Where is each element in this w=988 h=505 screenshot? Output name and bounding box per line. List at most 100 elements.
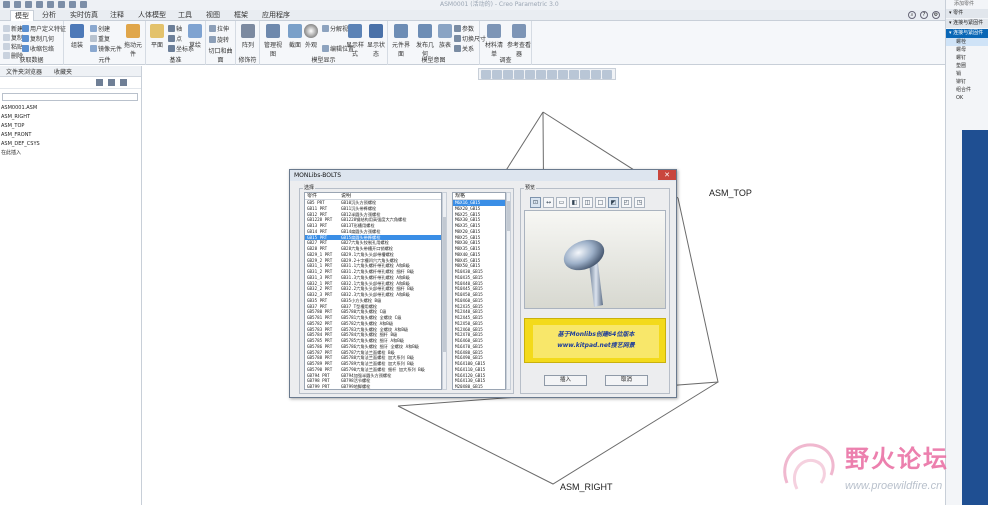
section-parts[interactable]: ▾ 零件 — [946, 9, 988, 18]
show-style-button[interactable]: 显示样式 — [344, 24, 366, 58]
search-icon[interactable]: ⌕ — [908, 11, 916, 19]
list-item-rivet[interactable]: 铆钉 — [946, 78, 988, 86]
shrinkwrap-button[interactable]: 收缩包络 — [22, 44, 54, 53]
hidden-line-icon[interactable]: ◫ — [582, 197, 593, 208]
settings-icon[interactable]: ⚙ — [932, 11, 940, 19]
datum-label-right[interactable]: ASM_RIGHT — [560, 482, 613, 492]
regenerate-icon[interactable] — [58, 1, 65, 8]
refit-icon[interactable] — [481, 70, 491, 79]
help-icon[interactable]: ? — [920, 11, 928, 19]
tab-manikin[interactable]: 人体模型 — [134, 10, 170, 21]
insert-button[interactable]: 插入 — [544, 375, 587, 386]
new-file-icon[interactable] — [3, 1, 10, 8]
paste-button[interactable]: 粘贴 — [3, 42, 23, 51]
section-fasteners-1[interactable]: ▾ 连接与紧固件 — [946, 19, 988, 28]
tab-favorites[interactable]: 收藏夹 — [54, 67, 72, 76]
datum-label-top[interactable]: ASM_TOP — [709, 188, 752, 198]
tree-item[interactable]: ASM_TOP — [0, 122, 40, 131]
standard-list[interactable]: 零件 说明 GB5 PRT GB10沉头方颈螺栓 GB11 PRT GB11沉头带榫螺… — [304, 192, 442, 390]
view-icon[interactable]: ◳ — [634, 197, 645, 208]
shaded-icon[interactable]: ◧ — [569, 197, 580, 208]
wireframe-icon[interactable]: □ — [595, 197, 606, 208]
sketch-button[interactable]: 草绘 — [186, 24, 204, 49]
zoom-in-icon[interactable] — [492, 70, 502, 79]
family-table-button[interactable]: 族表 — [436, 24, 454, 49]
pattern-button[interactable]: 阵列 — [239, 24, 257, 49]
display-states-button[interactable]: 显示状态 — [366, 24, 386, 58]
tree-item[interactable]: 在此插入 — [0, 149, 40, 158]
drag-button[interactable]: 拖动元件 — [122, 24, 144, 58]
settings-icon[interactable] — [108, 79, 115, 86]
extrude-button[interactable]: 拉伸 — [209, 24, 229, 33]
spec-list-scrollbar[interactable] — [506, 192, 511, 390]
tab-view[interactable]: 视图 — [202, 10, 224, 21]
tree-item[interactable]: ASM_FRONT — [0, 131, 40, 140]
tab-tools[interactable]: 工具 — [174, 10, 196, 21]
create-button[interactable]: 创建 — [90, 24, 110, 33]
manage-views-button[interactable]: 管理视图 — [262, 24, 284, 58]
shading-edges-icon[interactable]: ◩ — [608, 197, 619, 208]
point-button[interactable]: 点 — [168, 34, 182, 43]
open-file-icon[interactable] — [14, 1, 21, 8]
assemble-button[interactable]: 组装 — [68, 24, 86, 49]
tree-item[interactable]: ASM_RIGHT — [0, 113, 40, 122]
zoom-window-icon[interactable]: ▭ — [556, 197, 567, 208]
saved-views-icon[interactable] — [547, 70, 557, 79]
save-icon[interactable] — [25, 1, 32, 8]
tree-item[interactable]: ASM0001.ASM — [0, 104, 40, 113]
column-part[interactable]: 零件 — [305, 193, 341, 199]
datum-display-icon[interactable] — [591, 70, 601, 79]
display-style-icon[interactable] — [558, 70, 568, 79]
revolve-button[interactable]: 旋转 — [209, 35, 229, 44]
tab-annotate[interactable]: 注释 — [106, 10, 128, 21]
component-interface-button[interactable]: 元件界面 — [390, 24, 412, 58]
bolt-preview[interactable] — [524, 210, 666, 309]
tab-folder-browser[interactable]: 文件夹浏览器 — [6, 67, 42, 76]
undo-icon[interactable] — [36, 1, 43, 8]
view-manager-icon[interactable] — [569, 70, 579, 79]
list-item-screw[interactable]: 螺钉 — [946, 54, 988, 62]
tab-model[interactable]: 模型 — [10, 10, 34, 21]
repeat-button[interactable]: 重复 — [90, 34, 110, 43]
spin-center-icon[interactable] — [602, 70, 612, 79]
repaint-icon[interactable] — [514, 70, 524, 79]
spec-list-header[interactable]: 规格 — [453, 193, 505, 200]
spin-icon[interactable]: ↔ — [543, 197, 554, 208]
publish-geometry-button[interactable]: 发布几何 — [414, 24, 436, 58]
bom-button[interactable]: 材料清单 — [483, 24, 505, 58]
zoom-out-icon[interactable] — [503, 70, 513, 79]
list-item-pin[interactable]: 销 — [946, 70, 988, 78]
appearance-button[interactable]: 外观 — [302, 24, 320, 49]
copy-button[interactable]: 复制 — [3, 33, 23, 42]
scrollbar-thumb[interactable] — [507, 201, 510, 231]
perspective-icon[interactable] — [580, 70, 590, 79]
parameters-button[interactable]: 参数 — [454, 24, 474, 33]
spec-list[interactable]: 规格 M6X16_GB15 M6X20_GB15 M6X25_GB15 M6X30_G… — [452, 192, 506, 390]
reference-viewer-button[interactable]: 参考查看器 — [507, 24, 531, 58]
show-icon[interactable] — [120, 79, 127, 86]
orient-icon[interactable] — [536, 70, 546, 79]
plane-button[interactable]: 平面 — [148, 24, 166, 49]
new-button[interactable]: 新建 — [3, 24, 23, 33]
tab-simulation[interactable]: 实时仿真 — [66, 10, 102, 21]
pan-icon[interactable] — [525, 70, 535, 79]
tab-framework[interactable]: 框架 — [230, 10, 252, 21]
tab-applications[interactable]: 应用程序 — [258, 10, 294, 21]
tab-analysis[interactable]: 分析 — [38, 10, 60, 21]
tree-item[interactable]: ASM_DEF_CSYS — [0, 140, 40, 149]
relations-button[interactable]: 关系 — [454, 44, 474, 53]
refit-icon[interactable]: ⊡ — [530, 197, 541, 208]
mirror-button[interactable]: 镜像元件 — [90, 44, 122, 53]
close-window-icon[interactable] — [80, 1, 87, 8]
orient-icon[interactable]: ◰ — [621, 197, 632, 208]
list-item-nut[interactable]: 螺母 — [946, 46, 988, 54]
redo-icon[interactable] — [47, 1, 54, 8]
section-fasteners-2[interactable]: ▾ 连接与紧固件 — [946, 29, 988, 38]
user-feature-button[interactable]: 用户定义特征 — [22, 24, 66, 33]
list-item-ok[interactable]: OK — [946, 94, 988, 102]
scrollbar-thumb[interactable] — [443, 217, 446, 352]
column-description[interactable]: 说明 — [341, 193, 351, 199]
list-item-washer[interactable]: 垫圈 — [946, 62, 988, 70]
dialog-close-button[interactable]: ✕ — [658, 170, 676, 180]
standard-list-scrollbar[interactable] — [442, 192, 447, 390]
